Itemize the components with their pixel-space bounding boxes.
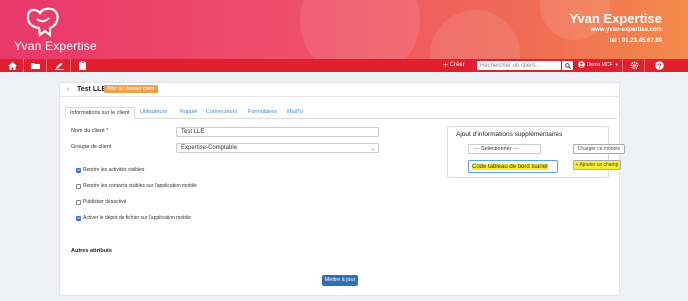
tab-forms[interactable]: Formulaires xyxy=(244,107,281,119)
divider xyxy=(622,59,623,72)
card-header: ‹ Test LLE Aller au dossier client xyxy=(60,83,619,97)
checkbox-label: Publisher désactivé xyxy=(83,199,127,205)
checkbox-checked-icon xyxy=(76,167,81,173)
other-attributes-heading: Autres attributs xyxy=(71,248,112,254)
tab-users[interactable]: Utilisateurs xyxy=(136,107,171,119)
field-name-value: Code tableau de bord Isanet xyxy=(472,164,548,170)
divider xyxy=(23,59,24,72)
checkbox-checked-icon xyxy=(76,215,81,221)
help-icon[interactable]: ? xyxy=(654,60,665,71)
folder-icon[interactable] xyxy=(30,60,41,71)
tab-client-info[interactable]: Informations sur le client xyxy=(65,107,135,119)
logo-text: Yvan Expertise xyxy=(14,39,97,53)
decor-circle xyxy=(430,10,520,59)
client-group-select[interactable]: Expertise-Comptable ⌄ xyxy=(176,143,379,153)
chevron-left-icon[interactable]: ‹ xyxy=(67,86,69,93)
extra-info-panel: Ajout d'informations supplémentaires ---… xyxy=(447,126,625,178)
add-field-button[interactable]: + Ajouter ce champ xyxy=(573,160,621,170)
client-group-value: Expertise-Comptable xyxy=(181,145,238,151)
checkbox-icon xyxy=(76,199,81,205)
brand-website: www.yvan-expertise.com xyxy=(590,27,662,33)
update-button[interactable]: Mettre à jour xyxy=(322,275,358,286)
create-button[interactable]: + Créer xyxy=(443,61,465,69)
divider xyxy=(46,59,47,72)
client-name-input[interactable]: Test LLE xyxy=(176,127,379,137)
clipboard-icon[interactable] xyxy=(77,60,88,71)
edit-icon[interactable] xyxy=(54,60,65,71)
tab-bar: Informations sur le client Utilisateurs … xyxy=(65,107,617,119)
field-name-input[interactable]: Code tableau de bord Isanet xyxy=(468,160,558,173)
client-card: ‹ Test LLE Aller au dossier client Infor… xyxy=(59,82,625,296)
client-group-label: Groupe de client xyxy=(71,144,112,150)
extra-info-title: Ajout d'informations supplémentaires xyxy=(456,131,563,138)
create-label: Créer xyxy=(449,62,465,68)
chevron-down-icon: ⌄ xyxy=(370,146,375,152)
main-toolbar: + Créer Demo MCF ▼ ? xyxy=(0,59,688,72)
svg-text:?: ? xyxy=(658,63,662,70)
checkbox-activities-visible[interactable]: Rendre les activités visibles xyxy=(76,167,144,173)
decor-circle xyxy=(300,0,420,59)
brand-phone: tel : 01.23.45.67.89 xyxy=(609,38,662,44)
home-icon[interactable] xyxy=(7,60,18,71)
checkbox-file-upload[interactable]: Activer le dépot de fichier sur l'applic… xyxy=(76,215,191,221)
checkbox-publisher-disabled[interactable]: Publisher désactivé xyxy=(76,199,126,205)
checkbox-icon xyxy=(76,183,81,189)
go-to-client-folder-button[interactable]: Aller au dossier client xyxy=(104,85,158,93)
client-name-label: Nom du client * xyxy=(71,128,109,134)
checkbox-contacts-visible[interactable]: Rendre les contacts visibles sur l'appli… xyxy=(76,183,197,189)
tab-reminder[interactable]: Rappel xyxy=(176,107,201,119)
model-select[interactable]: --- Sélectionner --- xyxy=(468,144,541,154)
checkbox-label: Rendre les contacts visibles sur l'appli… xyxy=(83,183,197,189)
tab-connectors[interactable]: Connecteurs xyxy=(202,107,241,119)
user-menu[interactable]: Demo MCF ▼ xyxy=(578,61,619,68)
brand-name: Yvan Expertise xyxy=(569,11,663,26)
gear-icon[interactable] xyxy=(629,60,640,71)
page-title: Test LLE xyxy=(77,86,107,93)
caret-down-icon: ▼ xyxy=(614,62,619,67)
load-model-button[interactable]: Charger ce modèle xyxy=(573,144,625,154)
client-search-input[interactable] xyxy=(477,61,561,70)
plus-icon: + xyxy=(443,60,448,69)
avatar-icon xyxy=(578,61,585,68)
divider xyxy=(644,59,645,72)
divider xyxy=(70,59,71,72)
checkbox-label: Rendre les activités visibles xyxy=(83,167,145,173)
tab-mailto[interactable]: MailTo xyxy=(283,107,307,119)
user-name: Demo MCF xyxy=(587,61,613,68)
logo-icon[interactable] xyxy=(24,6,62,38)
search-button[interactable] xyxy=(562,61,573,70)
checkbox-label: Activer le dépot de fichier sur l'applic… xyxy=(83,215,191,221)
header-banner: Yvan Expertise Yvan Expertise www.yvan-e… xyxy=(0,0,688,59)
search-icon xyxy=(564,62,571,69)
